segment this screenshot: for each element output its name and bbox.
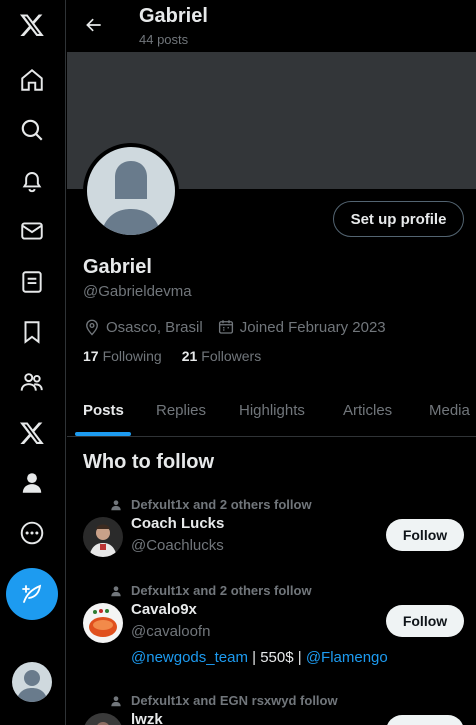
lists-icon[interactable]	[8, 258, 56, 306]
calendar-icon	[218, 320, 233, 334]
notifications-icon[interactable]	[8, 157, 56, 205]
followers-link[interactable]: 21 Followers	[182, 348, 261, 364]
header-title: Gabriel	[139, 5, 208, 27]
suggestion-name[interactable]: Coach Lucks	[131, 515, 224, 532]
profile-avatar[interactable]	[83, 143, 179, 239]
communities-icon[interactable]	[8, 358, 56, 406]
tab-posts[interactable]: Posts	[83, 402, 124, 419]
messages-icon[interactable]	[8, 207, 56, 255]
follow-button[interactable]: Follow	[386, 715, 464, 725]
following-link[interactable]: 17 Following	[83, 348, 162, 364]
follow-button[interactable]: Follow	[386, 519, 464, 551]
active-tab-indicator	[75, 432, 131, 436]
profile-handle: @Gabrieldevma	[83, 283, 192, 300]
following-count: 17	[83, 348, 99, 364]
follow-counts: 17 Following 21 Followers	[83, 348, 261, 364]
tab-media[interactable]: Media	[429, 402, 470, 419]
x-logo-icon[interactable]	[8, 1, 56, 49]
back-button[interactable]	[79, 10, 109, 40]
profile-main: Gabriel 44 posts Set up profile Gabriel …	[67, 0, 476, 725]
suggestion-handle: @Coachlucks	[131, 537, 224, 554]
compose-post-button[interactable]	[6, 568, 58, 620]
person-icon	[111, 585, 121, 596]
suggestion-avatar[interactable]	[83, 713, 123, 725]
social-context: Defxult1x and EGN rsxwyd follow	[109, 693, 338, 708]
tab-articles[interactable]: Articles	[343, 402, 392, 419]
suggestion-avatar[interactable]	[83, 603, 123, 643]
compose-icon	[22, 584, 42, 603]
profile-header-bar: Gabriel 44 posts	[67, 0, 476, 52]
location-icon	[86, 319, 98, 336]
followers-label: Followers	[201, 348, 262, 364]
followers-count: 21	[181, 348, 198, 364]
home-icon[interactable]	[8, 56, 56, 104]
setup-profile-button[interactable]: Set up profile	[333, 201, 464, 237]
follow-button[interactable]: Follow	[386, 605, 464, 637]
profile-tabs: Posts Replies Highlights Articles Media	[67, 390, 476, 437]
bio-text: | 550$ |	[247, 649, 306, 666]
profile-icon[interactable]	[8, 459, 56, 507]
bio-mention-link[interactable]: @Flamengo	[306, 649, 388, 666]
profile-meta: Osasco, Brasil Joined February 2023	[83, 318, 386, 336]
back-arrow-icon	[86, 18, 101, 32]
profile-joined-date: Joined February 2023	[239, 318, 386, 336]
search-icon[interactable]	[8, 106, 56, 154]
who-to-follow-title: Who to follow	[83, 451, 215, 473]
profile-name: Gabriel	[83, 256, 152, 278]
profile-location: Osasco, Brasil	[106, 318, 203, 336]
nav-rail	[0, 0, 66, 725]
social-context: Defxult1x and 2 others follow	[109, 583, 312, 598]
suggestion-name[interactable]: lwzk	[131, 711, 163, 725]
suggestion-handle: @cavaloofn	[131, 623, 211, 640]
bookmarks-icon[interactable]	[8, 308, 56, 356]
tab-replies[interactable]: Replies	[156, 402, 206, 419]
following-label: Following	[102, 348, 162, 364]
premium-x-icon[interactable]	[8, 409, 56, 457]
suggestion-bio: @newgods_team | 550$ | @Flamengo	[131, 649, 388, 666]
suggestion-name[interactable]: Cavalo9x	[131, 601, 197, 618]
social-context: Defxult1x and 2 others follow	[109, 497, 312, 512]
person-icon	[111, 499, 121, 510]
account-avatar[interactable]	[12, 662, 52, 702]
tab-highlights[interactable]: Highlights	[239, 402, 305, 419]
header-post-count: 44 posts	[139, 32, 189, 47]
bio-mention-link[interactable]: @newgods_team	[131, 649, 248, 666]
person-icon	[111, 695, 121, 706]
suggestion-avatar[interactable]	[83, 517, 123, 557]
more-icon[interactable]	[8, 509, 56, 557]
